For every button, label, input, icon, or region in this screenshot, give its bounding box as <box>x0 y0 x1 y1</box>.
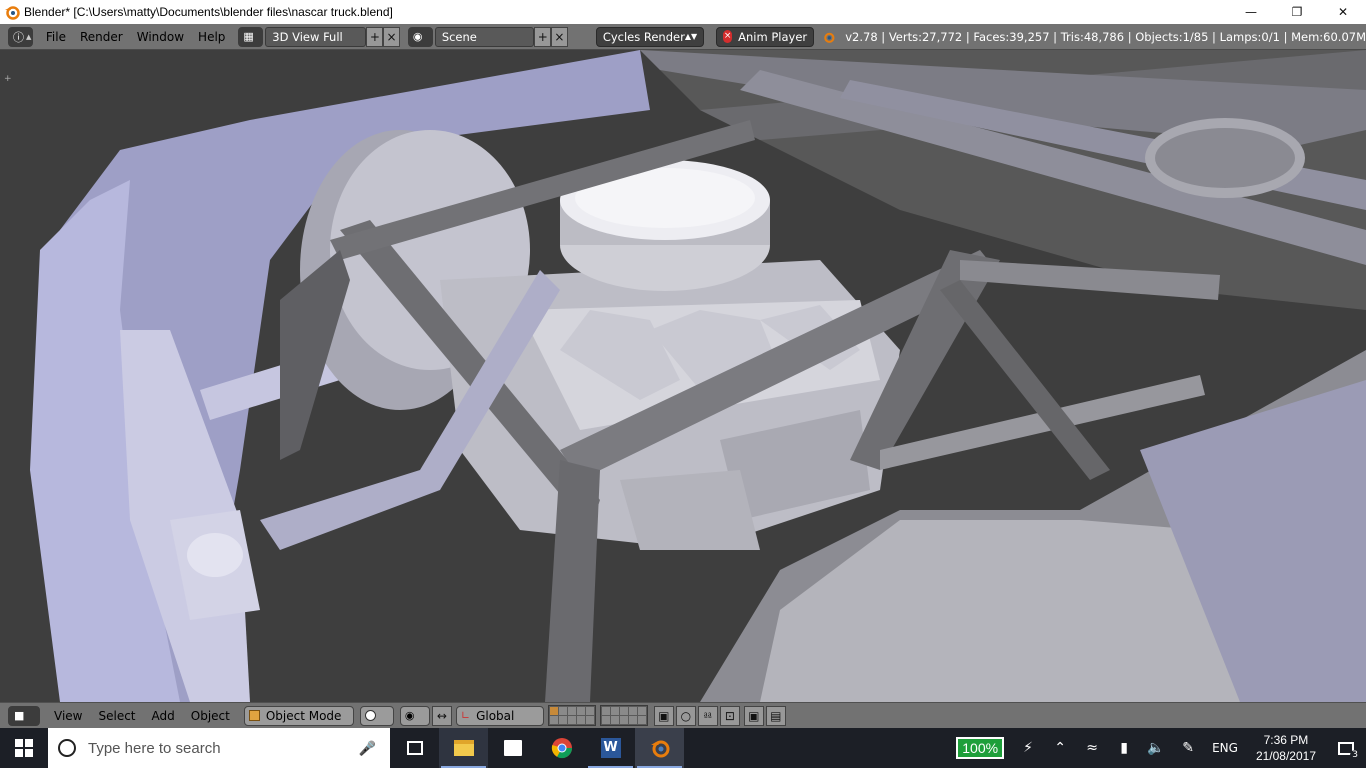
start-button[interactable] <box>0 728 48 768</box>
clock-date: 21/08/2017 <box>1255 749 1316 763</box>
mode-value: Object Mode <box>265 708 342 723</box>
battery-percentage[interactable]: 100% <box>956 737 1005 759</box>
delete-scene-button[interactable]: × <box>551 26 568 47</box>
task-view-button[interactable] <box>390 728 439 768</box>
scene-statistics: v2.78 | Verts:27,772 | Faces:39,257 | Tr… <box>845 29 1366 44</box>
taskbar-file-explorer[interactable] <box>439 728 488 768</box>
menu-window[interactable]: Window <box>130 30 191 44</box>
updown-arrows-icon: ▲▼ <box>684 32 698 41</box>
viewport-shading-dropdown[interactable] <box>359 705 394 726</box>
chevron-up-icon[interactable]: ⌃ <box>1044 728 1076 768</box>
stop-icon: × <box>723 30 733 43</box>
screen-layout-name: 3D View Full <box>272 29 343 44</box>
render-animation-button[interactable]: ▤ <box>765 705 786 726</box>
lock-layers-button[interactable]: ▣ <box>653 705 674 726</box>
battery-icon[interactable]: ▮ <box>1108 728 1140 768</box>
screen-layout-field[interactable]: 3D View Full <box>265 26 367 47</box>
word-icon: W <box>600 738 621 758</box>
search-placeholder: Type here to search <box>88 739 221 757</box>
power-plug-icon[interactable]: ⚡ <box>1012 728 1044 768</box>
scene-layers-grid-left[interactable] <box>547 705 596 726</box>
info-header: ⓘ ▲ File Render Window Help ▦ 3D View Fu… <box>0 24 1366 50</box>
manipulator-toggle-button[interactable]: ↔ <box>431 705 452 726</box>
interaction-mode-dropdown[interactable]: Object Mode <box>243 705 354 726</box>
render-engine-dropdown[interactable]: Cycles Render ▲▼ <box>595 26 705 47</box>
orientation-axes-icon: ∟ <box>460 709 471 722</box>
screen-layout-selector[interactable]: ▦ <box>238 26 264 47</box>
add-screen-button[interactable]: + <box>366 26 384 47</box>
updown-arrows-icon: ▲ <box>26 32 32 41</box>
scene-icon: ◉ <box>412 30 423 43</box>
menu-object[interactable]: Object <box>183 709 238 723</box>
scene-selector[interactable]: ◉ <box>407 26 433 47</box>
taskbar-blender[interactable] <box>635 728 684 768</box>
store-bag-icon <box>503 740 522 756</box>
pen-ink-icon[interactable]: ✎ <box>1172 728 1204 768</box>
object-mode-icon <box>248 710 260 721</box>
taskbar-chrome[interactable] <box>537 728 586 768</box>
viewport-corner-widget[interactable]: + <box>4 74 12 84</box>
menu-view[interactable]: View <box>46 709 90 723</box>
menu-add[interactable]: Add <box>144 709 183 723</box>
proportional-edit-button[interactable]: ○ <box>675 705 696 726</box>
solid-shading-icon <box>364 710 376 721</box>
render-engine-value: Cycles Render <box>602 29 685 44</box>
volume-icon[interactable]: 🔈 <box>1140 728 1172 768</box>
menu-select[interactable]: Select <box>90 709 143 723</box>
editor-type-selector[interactable]: ⓘ ▲ <box>8 26 33 47</box>
blender-logo-icon <box>824 32 835 43</box>
add-scene-button[interactable]: + <box>534 26 552 47</box>
taskbar-search-box[interactable]: Type here to search 🎤 <box>48 728 390 768</box>
minimize-button[interactable]: — <box>1228 0 1274 24</box>
3d-view-header: ■ View Select Add Object Object Mode ◉ ↔… <box>0 702 1366 728</box>
nascar-truck-engine-model <box>0 50 1366 702</box>
windows-logo-icon <box>15 739 33 757</box>
taskbar-store[interactable] <box>488 728 537 768</box>
clock-time: 7:36 PM <box>1263 733 1309 747</box>
pivot-icon: ◉ <box>404 709 415 722</box>
system-tray: 100% ⚡ ⌃ ≈ ▮ 🔈 ✎ ENG 7:36 PM 21/08/2017 … <box>956 728 1366 768</box>
cube-view-icon: ■ <box>14 709 25 722</box>
scene-layers-grid-right[interactable] <box>599 705 648 726</box>
wifi-icon[interactable]: ≈ <box>1076 728 1108 768</box>
menu-help[interactable]: Help <box>191 30 232 44</box>
layout-grid-icon: ▦ <box>243 30 254 43</box>
microphone-icon[interactable]: 🎤 <box>359 740 376 757</box>
input-language[interactable]: ENG <box>1204 741 1246 755</box>
taskbar-word[interactable]: W <box>586 728 635 768</box>
snap-toggle-button[interactable]: ⎂ <box>697 705 718 726</box>
menu-file[interactable]: File <box>39 30 73 44</box>
menu-render[interactable]: Render <box>73 30 130 44</box>
chrome-icon <box>551 738 572 759</box>
blender-logo-icon <box>5 6 20 20</box>
anim-player-label: Anim Player <box>738 29 808 44</box>
view-editor-type-selector[interactable]: ■ <box>8 705 40 726</box>
windows-taskbar: Type here to search 🎤 W 100% ⚡ ⌃ ≈ ▮ 🔈 ✎… <box>0 728 1366 768</box>
window-titlebar: Blender* [C:\Users\matty\Documents\blend… <box>0 0 1366 24</box>
action-center-button[interactable]: 3 <box>1326 728 1366 768</box>
3d-viewport[interactable]: + <box>0 50 1366 702</box>
notification-count: 3 <box>1350 750 1360 760</box>
transform-orientation-dropdown[interactable]: ∟ Global <box>455 705 544 726</box>
render-still-button[interactable]: ▣ <box>743 705 764 726</box>
taskbar-clock[interactable]: 7:36 PM 21/08/2017 <box>1246 732 1326 764</box>
delete-screen-button[interactable]: × <box>383 26 400 47</box>
task-view-icon <box>406 741 423 755</box>
cortana-circle-icon <box>58 739 76 757</box>
anim-player-button[interactable]: × Anim Player <box>716 26 815 47</box>
folder-icon <box>453 740 474 756</box>
blender-logo-icon <box>650 740 669 758</box>
info-icon: ⓘ <box>13 30 24 44</box>
window-title: Blender* [C:\Users\matty\Documents\blend… <box>24 5 393 19</box>
orientation-value: Global <box>476 708 515 723</box>
snap-element-button[interactable]: ⊡ <box>719 705 740 726</box>
close-button[interactable]: ✕ <box>1320 0 1366 24</box>
scene-field[interactable]: Scene <box>434 26 535 47</box>
pivot-point-dropdown[interactable]: ◉ <box>399 705 430 726</box>
restore-button[interactable]: ❐ <box>1274 0 1320 24</box>
scene-name: Scene <box>441 29 477 44</box>
